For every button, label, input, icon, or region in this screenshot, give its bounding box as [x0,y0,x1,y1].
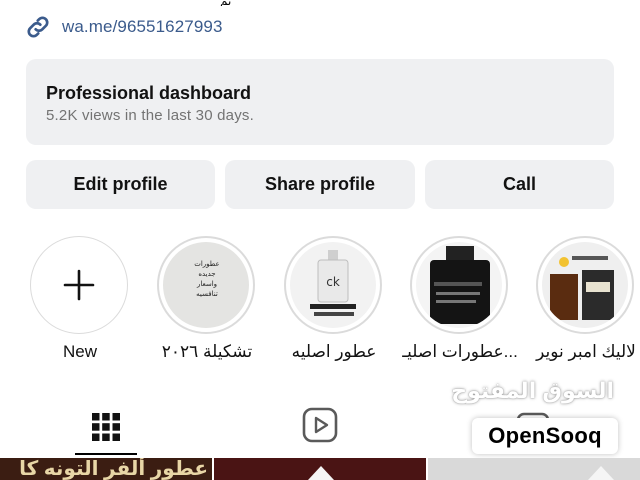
highlight-label: عطورات اصليـ... [402,342,518,361]
link-icon [27,16,49,38]
highlight-label: لاليك امبر نوير [536,342,636,361]
highlight-thumbnail [416,242,502,328]
grid-post[interactable] [214,458,426,480]
svg-text:ck: ck [326,275,340,289]
professional-dashboard-card[interactable]: Professional dashboard 5.2K views in the… [26,59,614,145]
grid-post[interactable]: عطور ألفر التونه كا [0,458,212,480]
call-button[interactable]: Call [425,160,614,209]
reels-icon [302,407,338,443]
highlight-label: New [62,342,97,361]
svg-text:واسعار: واسعار [196,280,217,288]
edit-profile-button[interactable]: Edit profile [26,160,215,209]
plus-icon [63,269,95,301]
active-tab-indicator [75,453,137,455]
svg-text:عطورات: عطورات [194,260,219,268]
bio-link[interactable]: wa.me/96551627993 [24,12,223,42]
dashboard-title: Professional dashboard [46,83,252,103]
bio-link-text[interactable]: wa.me/96551627993 [62,17,223,37]
highlight-thumbnail: عطورات جديده واسعار تنافسيه [163,242,249,328]
truncated-bio-text: يم [220,0,330,6]
svg-text:جديده: جديده [198,270,215,278]
grid-icon [92,413,120,441]
highlight-thumbnail [542,242,628,328]
svg-text:تنافسيه: تنافسيه [196,290,218,298]
share-profile-button[interactable]: Share profile [225,160,415,209]
tab-posts-grid[interactable] [75,398,137,456]
opensooq-watermark: السوق المفتوح OpenSooq [451,378,618,456]
highlight-thumbnail: ck [290,242,376,328]
highlight-label: عطور اصليه [291,342,377,361]
highlight-label: تشكيلة ٢٠٢٦ [161,342,253,361]
posts-grid-preview: عطور ألفر التونه كا [0,458,640,480]
watermark-brand-badge: OpenSooq [472,418,618,454]
tab-reels[interactable] [292,398,348,452]
watermark-arabic-text: السوق المفتوح [451,378,614,403]
grid-post[interactable] [428,458,640,480]
dashboard-subtitle: 5.2K views in the last 30 days. [46,107,254,124]
